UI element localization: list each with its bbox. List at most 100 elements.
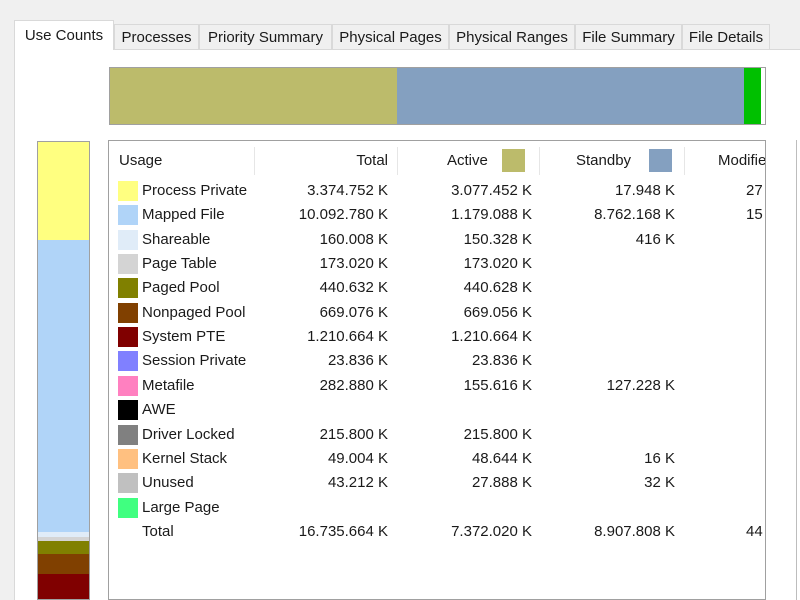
table-row[interactable]: Total 16.735.664 K 7.372.020 K 8.907.808 K 4… bbox=[109, 520, 765, 544]
usage-name: Nonpaged Pool bbox=[142, 303, 246, 321]
tab-strip: Use Counts Processes Priority Summary Ph… bbox=[14, 20, 800, 50]
total-value: 440.632 K bbox=[319, 279, 388, 297]
standby-value: 32 K bbox=[644, 474, 675, 492]
standby-legend-swatch bbox=[649, 148, 673, 172]
total-header-label: Total bbox=[356, 151, 388, 169]
usage-name: Unused bbox=[142, 474, 194, 492]
table-row[interactable]: Large Page bbox=[109, 496, 765, 520]
column-divider[interactable] bbox=[397, 147, 398, 175]
tab-file-details[interactable]: File Details bbox=[682, 24, 770, 50]
column-divider[interactable] bbox=[254, 147, 255, 175]
usage-color-swatch bbox=[118, 327, 138, 348]
column-divider[interactable] bbox=[539, 147, 540, 175]
usage-color-swatch bbox=[118, 351, 138, 372]
table-row[interactable]: System PTE 1.210.664 K 1.210.664 K bbox=[109, 325, 765, 349]
usage-name: Page Table bbox=[142, 255, 217, 273]
column-divider[interactable] bbox=[684, 147, 685, 175]
tab-physical-pages[interactable]: Physical Pages bbox=[332, 24, 449, 50]
window-edge bbox=[796, 140, 797, 600]
modified-segment bbox=[744, 68, 761, 124]
table-header: Usage Total Active Standby Modifie bbox=[109, 141, 765, 179]
total-value: 10.092.780 K bbox=[298, 206, 388, 224]
total-value: 282.880 K bbox=[319, 376, 388, 394]
standby-value: 17.948 K bbox=[614, 182, 675, 199]
active-value: 669.056 K bbox=[463, 303, 532, 321]
usage-color-swatch bbox=[118, 400, 138, 421]
usage-name: Session Private bbox=[142, 352, 247, 370]
usage-segment-system-pte bbox=[38, 574, 89, 599]
active-segment bbox=[110, 68, 397, 124]
tab-physical-ranges[interactable]: Physical Ranges bbox=[449, 24, 575, 50]
usage-name: Large Page bbox=[142, 498, 220, 516]
active-value: 440.628 K bbox=[463, 279, 532, 297]
table-row[interactable]: Nonpaged Pool 669.076 K 669.056 K bbox=[109, 301, 765, 325]
table-row[interactable]: Process Private 3.374.752 K 3.077.452 K 17.… bbox=[109, 179, 765, 203]
active-value: 23.836 K bbox=[471, 352, 532, 370]
standby-value: 8.762.168 K bbox=[594, 206, 675, 224]
total-value: 160.008 K bbox=[319, 230, 388, 248]
active-value: 173.020 K bbox=[463, 255, 532, 273]
total-value: 669.076 K bbox=[319, 303, 388, 321]
table-row[interactable]: Driver Locked 215.800 K 215.800 K bbox=[109, 423, 765, 447]
total-value: 16.735.664 K bbox=[298, 522, 388, 540]
modified-value: 44 bbox=[746, 522, 763, 540]
table-row[interactable]: Unused 43.212 K 27.888 K 32 K bbox=[109, 471, 765, 495]
total-value: 49.004 K bbox=[327, 449, 388, 467]
usage-color-swatch bbox=[118, 375, 138, 396]
active-value: 155.616 K bbox=[463, 376, 532, 394]
column-header-total[interactable]: Total bbox=[259, 141, 388, 179]
total-value: 1.210.664 K bbox=[307, 328, 388, 346]
usage-name: Mapped File bbox=[142, 206, 225, 224]
tab-processes[interactable]: Processes bbox=[114, 24, 199, 50]
table-row[interactable]: Kernel Stack 49.004 K 48.644 K 16 K bbox=[109, 447, 765, 471]
column-header-modified[interactable]: Modifie bbox=[718, 141, 765, 179]
active-value: 1.210.664 K bbox=[451, 328, 532, 346]
usage-name: Driver Locked bbox=[142, 425, 235, 443]
active-value: 27.888 K bbox=[471, 474, 532, 492]
usage-color-swatch bbox=[118, 302, 138, 323]
standby-segment bbox=[397, 68, 744, 124]
total-value: 215.800 K bbox=[319, 425, 388, 443]
usage-header-label: Usage bbox=[119, 151, 163, 169]
usage-name: Paged Pool bbox=[142, 279, 220, 297]
usage-bar bbox=[37, 141, 90, 600]
table-row[interactable]: AWE bbox=[109, 398, 765, 422]
usage-color-swatch bbox=[118, 424, 138, 445]
total-value: 3.374.752 K bbox=[307, 182, 388, 199]
table-row[interactable]: Mapped File 10.092.780 K 1.179.088 K 8.762.… bbox=[109, 203, 765, 227]
active-legend-swatch bbox=[501, 148, 525, 172]
total-value: 23.836 K bbox=[327, 352, 388, 370]
usage-color-swatch bbox=[118, 497, 138, 518]
usage-segment-process-private bbox=[38, 142, 89, 240]
usage-color-swatch bbox=[118, 254, 138, 275]
standby-value: 8.907.808 K bbox=[594, 522, 675, 540]
table-row[interactable]: Session Private 23.836 K 23.836 K bbox=[109, 349, 765, 373]
column-header-usage[interactable]: Usage bbox=[119, 141, 162, 179]
column-header-standby[interactable]: Standby bbox=[576, 141, 673, 179]
total-value: 173.020 K bbox=[319, 255, 388, 273]
table-row[interactable]: Metafile 282.880 K 155.616 K 127.228 K bbox=[109, 374, 765, 398]
usage-segment-nonpaged-pool bbox=[38, 554, 89, 574]
table-row[interactable]: Paged Pool 440.632 K 440.628 K bbox=[109, 276, 765, 300]
usage-color-swatch bbox=[118, 473, 138, 494]
usage-segment-paged-pool bbox=[38, 541, 89, 554]
table-row[interactable]: Page Table 173.020 K 173.020 K bbox=[109, 252, 765, 276]
usage-color-swatch bbox=[118, 181, 138, 201]
usage-color-swatch bbox=[118, 278, 138, 299]
table-row[interactable]: Shareable 160.008 K 150.328 K 416 K bbox=[109, 228, 765, 252]
active-value: 3.077.452 K bbox=[451, 182, 532, 199]
total-value: 43.212 K bbox=[327, 474, 388, 492]
usage-segment-mapped-file bbox=[38, 240, 89, 532]
active-value: 215.800 K bbox=[463, 425, 532, 443]
tab-file-summary[interactable]: File Summary bbox=[575, 24, 682, 50]
usage-name: AWE bbox=[142, 401, 176, 419]
usage-color-swatch bbox=[118, 229, 138, 250]
tab-use-counts[interactable]: Use Counts bbox=[14, 20, 114, 50]
standby-value: 16 K bbox=[644, 449, 675, 467]
tab-priority-summary[interactable]: Priority Summary bbox=[199, 24, 332, 50]
active-value: 48.644 K bbox=[471, 449, 532, 467]
usage-name: Process Private bbox=[142, 182, 248, 199]
modified-value: 15 bbox=[746, 206, 763, 224]
standby-value: 127.228 K bbox=[606, 376, 675, 394]
column-header-active[interactable]: Active bbox=[447, 141, 525, 179]
